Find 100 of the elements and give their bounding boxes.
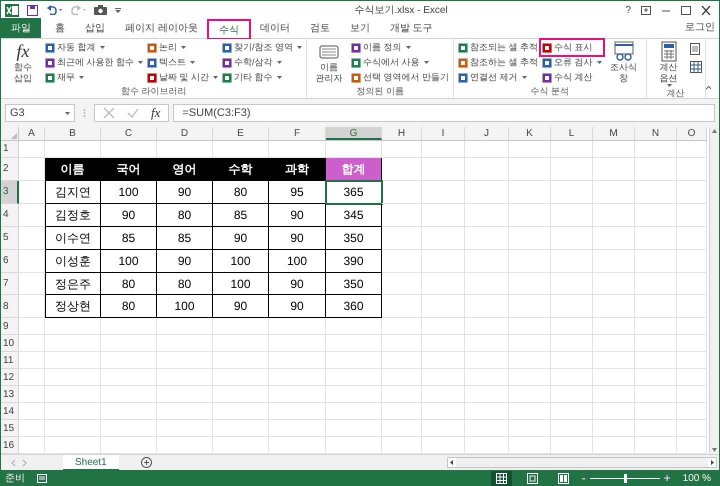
column-header[interactable]: M xyxy=(593,127,635,140)
empty-cell[interactable] xyxy=(45,369,101,386)
empty-cell[interactable] xyxy=(465,180,509,204)
empty-cell[interactable] xyxy=(326,369,382,386)
empty-cell[interactable] xyxy=(101,318,157,336)
column-header[interactable]: J xyxy=(465,127,509,140)
empty-cell[interactable] xyxy=(677,352,707,370)
empty-cell[interactable] xyxy=(593,295,635,318)
column-header[interactable]: B xyxy=(45,127,101,140)
row-header[interactable]: 5 xyxy=(1,226,19,250)
empty-cell[interactable] xyxy=(382,318,422,336)
empty-cell[interactable] xyxy=(326,318,382,336)
empty-cell[interactable] xyxy=(509,158,551,181)
ribbon-button[interactable]: 날짜 및 시간 xyxy=(146,70,220,85)
tab[interactable]: 수식 xyxy=(208,20,250,39)
empty-cell[interactable] xyxy=(422,386,465,404)
column-header[interactable]: E xyxy=(213,127,269,140)
empty-cell[interactable] xyxy=(551,141,593,158)
customize-icon[interactable] xyxy=(115,8,121,12)
macro-record-icon[interactable] xyxy=(37,474,47,482)
empty-cell[interactable] xyxy=(465,403,509,420)
empty-cell[interactable] xyxy=(45,352,101,370)
redo-icon[interactable] xyxy=(70,5,86,15)
empty-cell[interactable] xyxy=(382,403,422,420)
empty-cell[interactable] xyxy=(269,335,326,352)
empty-cell[interactable] xyxy=(509,250,551,273)
empty-cell[interactable] xyxy=(593,158,635,181)
empty-cell[interactable] xyxy=(593,272,635,296)
enter-icon[interactable] xyxy=(127,107,139,119)
empty-cell[interactable] xyxy=(551,226,593,250)
ribbon-button[interactable]: 텍스트 xyxy=(146,55,220,70)
empty-cell[interactable] xyxy=(326,420,382,438)
empty-cell[interactable] xyxy=(677,318,707,336)
row-header[interactable]: 12 xyxy=(1,369,19,386)
empty-cell[interactable] xyxy=(269,318,326,336)
empty-cell[interactable] xyxy=(677,141,707,158)
empty-cell[interactable] xyxy=(269,420,326,438)
empty-cell[interactable] xyxy=(213,335,269,352)
empty-cell[interactable] xyxy=(677,204,707,227)
empty-cell[interactable] xyxy=(509,226,551,250)
ribbon-button[interactable]: 참조하는 셀 추적 xyxy=(457,55,540,70)
empty-cell[interactable] xyxy=(635,352,677,370)
empty-cell[interactable] xyxy=(509,204,551,227)
row-header[interactable]: 6 xyxy=(1,250,19,273)
add-sheet-icon[interactable] xyxy=(140,457,152,468)
ribbon-button[interactable]: 선택 영역에서 만들기 xyxy=(350,70,450,85)
tab[interactable]: 페이지 레이아웃 xyxy=(115,19,208,38)
ribbon-button[interactable]: 기타 함수 xyxy=(221,70,304,85)
empty-cell[interactable] xyxy=(45,420,101,438)
ribbon-button[interactable]: 계산 옵션 xyxy=(650,39,688,87)
empty-cell[interactable] xyxy=(551,403,593,420)
empty-cell[interactable] xyxy=(45,335,101,352)
ribbon-button[interactable]: 이름 정의 xyxy=(350,40,450,55)
empty-cell[interactable] xyxy=(635,226,677,250)
zoom-in-button[interactable]: + xyxy=(664,469,671,486)
empty-cell[interactable] xyxy=(677,250,707,273)
empty-cell[interactable] xyxy=(509,318,551,336)
empty-cell[interactable] xyxy=(677,272,707,296)
empty-cell[interactable] xyxy=(422,141,465,158)
empty-cell[interactable] xyxy=(551,369,593,386)
ribbon-button[interactable]: 자동 합계 xyxy=(44,40,144,55)
row-header[interactable]: 11 xyxy=(1,352,19,370)
empty-cell[interactable] xyxy=(382,386,422,404)
empty-cell[interactable] xyxy=(593,335,635,352)
empty-cell[interactable] xyxy=(509,403,551,420)
empty-cell[interactable] xyxy=(635,141,677,158)
empty-cell[interactable] xyxy=(422,158,465,181)
empty-cell[interactable] xyxy=(101,403,157,420)
tab[interactable]: 개발 도구 xyxy=(380,19,443,38)
empty-cell[interactable] xyxy=(465,369,509,386)
empty-cell[interactable] xyxy=(422,335,465,352)
empty-cell[interactable] xyxy=(422,226,465,250)
empty-cell[interactable] xyxy=(551,180,593,204)
column-header[interactable]: L xyxy=(551,127,593,140)
empty-cell[interactable] xyxy=(551,250,593,273)
empty-cell[interactable] xyxy=(269,386,326,404)
ribbon-button[interactable]: 찾기/참조 영역 xyxy=(221,40,304,55)
row-header[interactable]: 16 xyxy=(1,437,19,454)
ribbon-options-icon[interactable] xyxy=(641,6,651,14)
empty-cell[interactable] xyxy=(635,386,677,404)
empty-cell[interactable] xyxy=(509,295,551,318)
ribbon-button[interactable]: fx 함수 삽입 xyxy=(4,39,42,85)
zoom-thumb[interactable] xyxy=(624,474,627,482)
empty-cell[interactable] xyxy=(213,352,269,370)
empty-cell[interactable] xyxy=(157,318,213,336)
row-header[interactable]: 15 xyxy=(1,420,19,438)
empty-cell[interactable] xyxy=(157,335,213,352)
zoom-out-button[interactable]: - xyxy=(582,469,586,486)
empty-cell[interactable] xyxy=(382,250,422,273)
empty-cell[interactable] xyxy=(677,403,707,420)
empty-cell[interactable] xyxy=(593,226,635,250)
empty-cell[interactable] xyxy=(509,141,551,158)
tab[interactable]: 보기 xyxy=(340,19,380,38)
ribbon-button[interactable]: 조사식 창 xyxy=(604,39,643,85)
empty-cell[interactable] xyxy=(677,386,707,404)
tab[interactable]: 데이터 xyxy=(250,19,300,38)
empty-cell[interactable] xyxy=(465,250,509,273)
ribbon-button[interactable]: 연결선 제거 xyxy=(457,70,540,85)
sheet-icon[interactable] xyxy=(690,61,702,73)
empty-cell[interactable] xyxy=(635,420,677,438)
